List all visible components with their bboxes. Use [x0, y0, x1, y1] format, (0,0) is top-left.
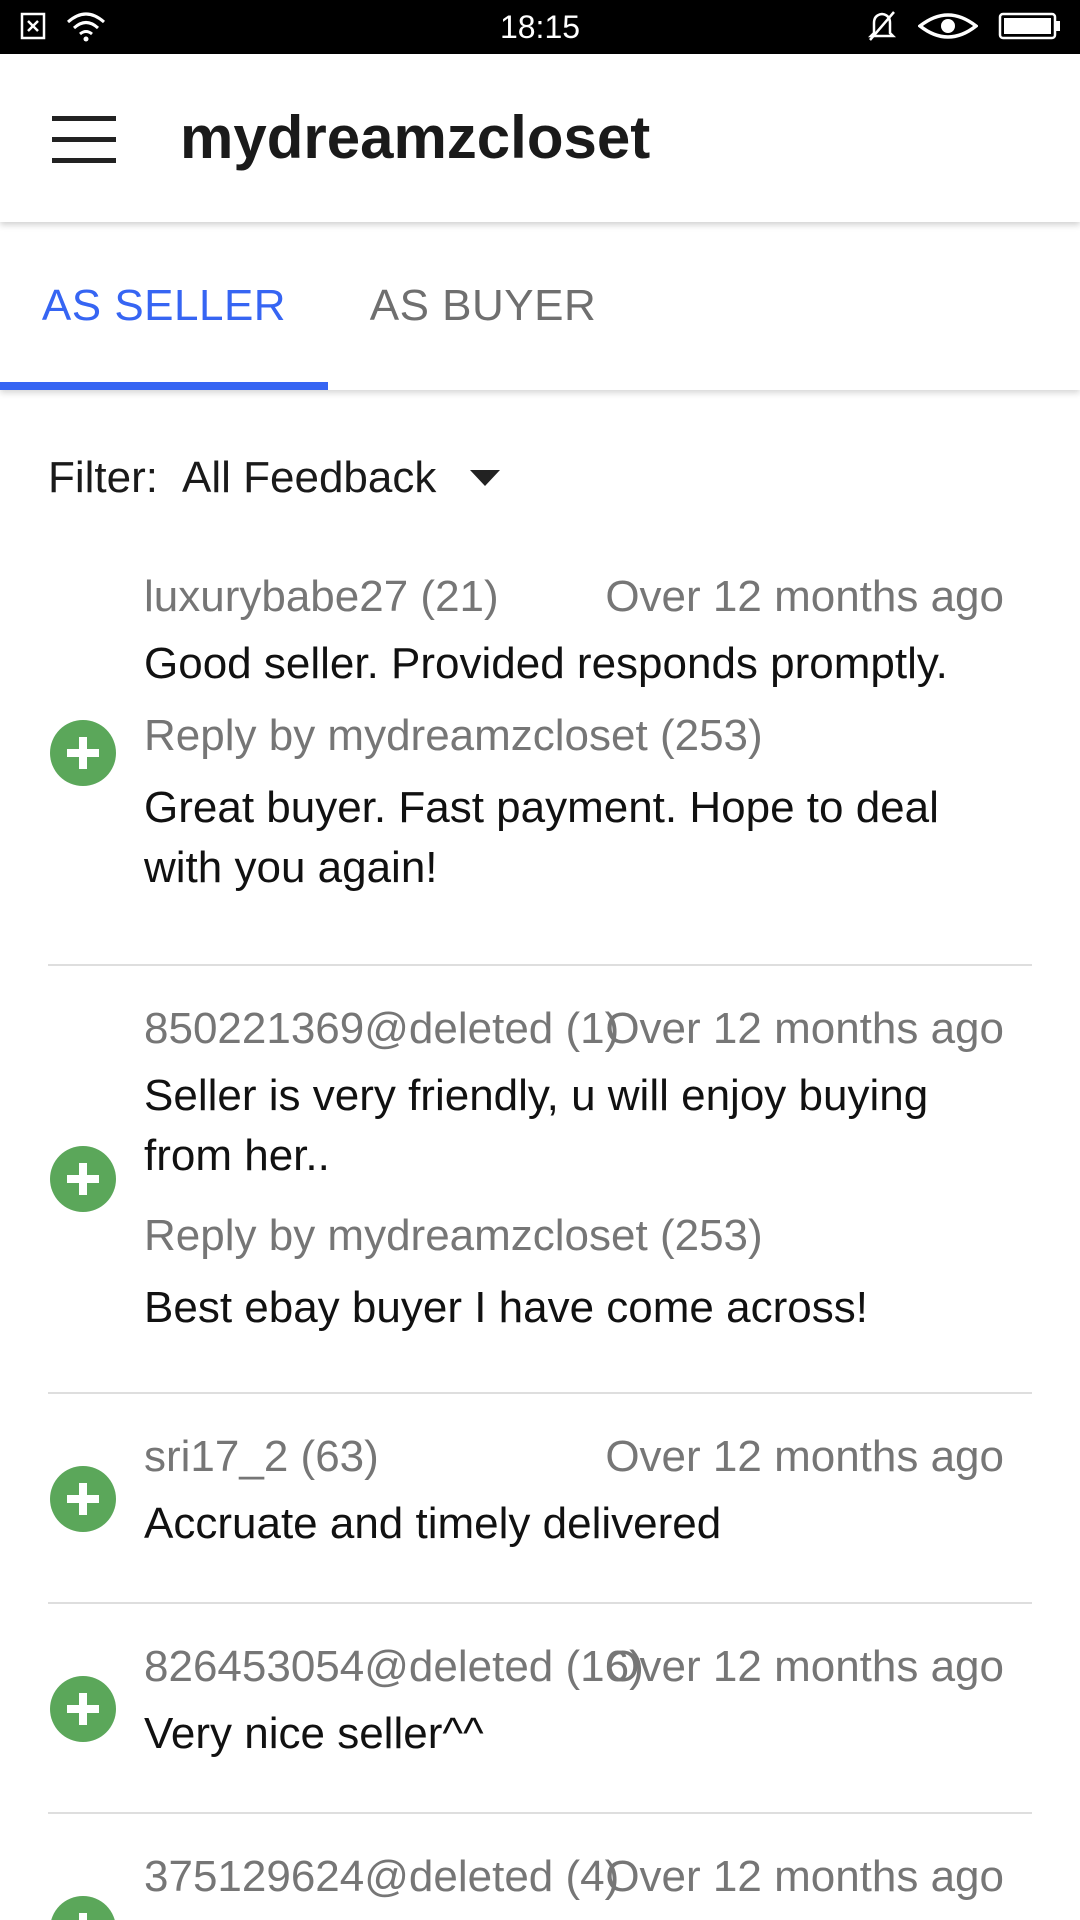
- menu-button[interactable]: [40, 100, 128, 180]
- feedback-comment: Very nice seller^^: [144, 1709, 484, 1758]
- feedback-user[interactable]: luxurybabe27 (21): [144, 560, 499, 634]
- feedback-user[interactable]: sri17_2 (63): [144, 1420, 379, 1494]
- bell-off-icon: [866, 9, 898, 48]
- tab-indicator: [0, 382, 328, 390]
- feedback-comment: Seller is very friendly, u will enjoy bu…: [144, 1071, 929, 1180]
- feedback-header: 850221369@deleted (1) Over 12 months ago: [144, 992, 1004, 1066]
- feedback-reply-by: Reply by mydreamzcloset (253): [144, 1211, 763, 1260]
- feedback-item[interactable]: 375129624@deleted (4) Over 12 months ago: [48, 1814, 1032, 1920]
- feedback-body: 375129624@deleted (4) Over 12 months ago: [144, 1814, 1004, 1914]
- positive-rating-icon: [50, 1466, 116, 1532]
- tab-as-buyer[interactable]: AS BUYER: [328, 222, 638, 390]
- status-right-icons: [866, 9, 1062, 48]
- feedback-item[interactable]: luxurybabe27 (21) Over 12 months ago Goo…: [48, 560, 1032, 966]
- feedback-body: luxurybabe27 (21) Over 12 months ago Goo…: [144, 560, 1004, 898]
- filter-value: All Feedback: [182, 453, 437, 502]
- feedback-time: Over 12 months ago: [605, 1852, 1004, 1901]
- filter-dropdown[interactable]: All Feedback: [182, 453, 501, 503]
- feedback-list: luxurybabe27 (21) Over 12 months ago Goo…: [0, 560, 1080, 1920]
- feedback-time: Over 12 months ago: [605, 572, 1004, 621]
- tab-as-seller[interactable]: AS SELLER: [0, 222, 328, 390]
- feedback-body: 826453054@deleted (16) Over 12 months ag…: [144, 1604, 1004, 1764]
- positive-rating-icon: [50, 720, 116, 786]
- page-title: mydreamzcloset: [180, 104, 651, 171]
- feedback-item[interactable]: 826453054@deleted (16) Over 12 months ag…: [48, 1604, 1032, 1814]
- feedback-time: Over 12 months ago: [605, 1432, 1004, 1481]
- feedback-comment: Good seller. Provided responds promptly.: [144, 639, 948, 688]
- battery-icon: [998, 11, 1062, 46]
- feedback-item[interactable]: sri17_2 (63) Over 12 months ago Accruate…: [48, 1394, 1032, 1604]
- feedback-time: Over 12 months ago: [605, 1004, 1004, 1053]
- feedback-header: luxurybabe27 (21) Over 12 months ago: [144, 560, 1004, 634]
- filter-label: Filter:: [48, 453, 158, 502]
- eye-icon: [917, 10, 979, 47]
- filter-row: Filter: All Feedback: [48, 448, 501, 508]
- feedback-reply: Best ebay buyer I have come across!: [144, 1283, 868, 1332]
- feedback-header: sri17_2 (63) Over 12 months ago: [144, 1420, 1004, 1494]
- positive-rating-icon: [50, 1146, 116, 1212]
- feedback-comment: Accruate and timely delivered: [144, 1499, 722, 1548]
- app-bar: mydreamzcloset: [0, 54, 1080, 222]
- feedback-reply: Great buyer. Fast payment. Hope to deal …: [144, 783, 939, 892]
- feedback-reply-by: Reply by mydreamzcloset (253): [144, 711, 763, 760]
- positive-rating-icon: [50, 1676, 116, 1742]
- feedback-user[interactable]: 375129624@deleted (4): [144, 1840, 619, 1914]
- feedback-header: 826453054@deleted (16) Over 12 months ag…: [144, 1630, 1004, 1704]
- feedback-body: 850221369@deleted (1) Over 12 months ago…: [144, 966, 1004, 1338]
- hamburger-menu-icon: [52, 116, 116, 163]
- feedback-user[interactable]: 850221369@deleted (1): [144, 992, 619, 1066]
- positive-rating-icon: [50, 1896, 116, 1920]
- feedback-item[interactable]: 850221369@deleted (1) Over 12 months ago…: [48, 966, 1032, 1394]
- feedback-time: Over 12 months ago: [605, 1642, 1004, 1691]
- status-bar: 18:15: [0, 0, 1080, 54]
- feedback-body: sri17_2 (63) Over 12 months ago Accruate…: [144, 1394, 1004, 1554]
- tab-bar: AS SELLER AS BUYER: [0, 222, 1080, 390]
- screen: 18:15 mydreamzcloset AS SELLER AS BUYER …: [0, 0, 1080, 1920]
- feedback-header: 375129624@deleted (4) Over 12 months ago: [144, 1840, 1004, 1914]
- dropdown-arrow-icon: [470, 470, 501, 486]
- feedback-user[interactable]: 826453054@deleted (16): [144, 1630, 644, 1704]
